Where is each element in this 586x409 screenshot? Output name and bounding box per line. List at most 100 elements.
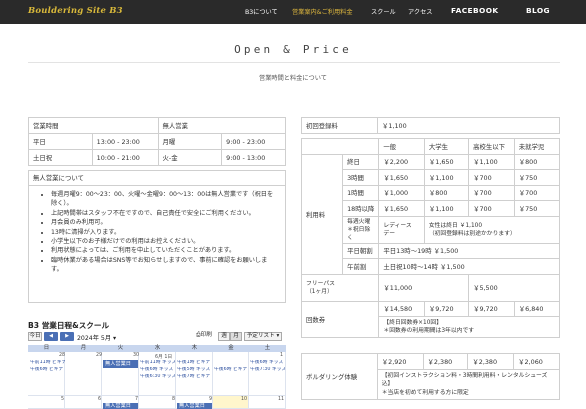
calendar-event[interactable]: 午後6時 ビギナ [214,367,248,373]
blog-link[interactable]: BLOG [526,6,550,15]
registration-table: 初回登録料 ￥1,100 [301,117,560,134]
table-row: 営業時間 無人営業 [28,117,287,134]
table-cell: ￥750 [513,169,561,186]
calendar-event[interactable]: 午後7:30 キッズ [250,367,285,373]
title-divider [28,62,560,63]
nav-school[interactable]: スクール [371,7,396,16]
page-subtitle: 営業時間と料金について [259,75,327,82]
calendar-event-unmanned[interactable]: 無人営業日 [177,403,212,409]
table-cell: ￥1,000 [378,184,425,201]
facebook-link[interactable]: FACEBOOK [451,6,499,15]
today-button[interactable]: 今日 [28,332,42,341]
week-view-button[interactable]: 週 [218,332,230,341]
ticket-note: 【終日回数券×10回】 ＊回数券の利用期間は3年以内です [378,316,560,338]
calendar-event-unmanned[interactable]: 無人営業日 [103,403,138,409]
table-cell: 土日祝 [28,149,93,166]
top-nav-bar: Bouldering Site B3 B3について 営業案内&ご利用料金 スクー… [0,0,586,24]
month-label: 2024年 5月 [77,335,112,342]
calendar-event[interactable]: 午前11時 ビギナ [30,360,65,366]
hours-table: 営業時間 無人営業 平日 13:00 - 23:00 月曜 9:00 - 23:… [28,117,287,166]
table-cell: ￥800 [423,184,470,201]
site-logo[interactable]: Bouldering Site B3 [28,6,123,16]
calendar-day-cell[interactable] [139,396,176,409]
list-item: 月会員のみ利用可。 [51,218,279,227]
col-header-preschool: 未就学児 [513,138,561,155]
calendar-event[interactable]: 午後6時 ビギナ [30,367,65,373]
dow-sat: 土 [249,345,286,352]
freepass-label: フリーパス （1ヶ月） [300,273,380,302]
table-cell: 平日 [28,133,93,150]
usage-label: 利用料 [300,153,344,275]
calendar-toolbar: 今日 ◀ ▶ 2024年 5月 ▾ ⎙印刷 週 月 予定リスト ▾ [28,331,286,343]
calendar-event[interactable]: 午後6:30 キッズ [140,374,175,380]
list-item: 臨時休業がある場合はSNS等でお知らせしますので、事前に確認をお願いします。 [51,256,279,275]
print-label: 印刷 [200,332,212,338]
calendar-event-unmanned[interactable]: 無人営業日 [103,360,138,368]
table-cell: ￥2,920 [376,353,424,370]
next-month-button[interactable]: ▶ [60,332,74,341]
calendar-day-cell[interactable] [28,352,65,396]
table-row: 回数券 ￥14,580 ￥9,720 ￥9,720 ￥6,840 [300,300,561,338]
calendar-event[interactable]: 午前11時 キッズ [140,360,175,366]
agenda-label: 予定リスト [246,333,275,339]
table-cell: ￥1,100 [468,153,515,170]
table-cell: ￥700 [468,169,515,186]
calendar-day-cell[interactable] [65,352,102,396]
calendar-event[interactable]: 午後5時 キッズ [177,367,212,373]
calendar-event[interactable]: 午後1時 ビギナ [177,360,212,366]
list-item: 利用状態によっては、ご利用を中止していただくことがあります。 [51,246,279,255]
calendar-event[interactable]: 午後6時 キッズ [140,367,175,373]
weekday-early-value: 平日13時〜19時 ￥1,500 [378,242,560,259]
page-title: Open & Price [234,43,352,56]
calendar-grid: 日 月 火 水 木 金 土 28 29 30 6月 1日 1 午前11時 ビギナ… [28,345,286,409]
month-view-button[interactable]: 月 [230,332,242,341]
calendar-event[interactable]: 午後6時 キッズ [250,360,285,366]
dow-tue: 火 [102,345,139,352]
day-number: 5 [61,397,65,402]
calendar-event[interactable]: 午後7時 ビギナ [177,374,212,380]
nav-open-price[interactable]: 営業案内&ご利用料金 [292,7,353,16]
nav-about[interactable]: B3について [245,7,278,16]
notice-heading: 無人営業について [29,171,285,186]
calendar-month[interactable]: 2024年 5月 ▾ [77,333,116,342]
calendar-day-cell[interactable] [249,352,286,396]
dow-fri: 金 [213,345,249,352]
calendar-day-cell[interactable] [28,396,65,409]
agenda-view-button[interactable]: 予定リスト ▾ [244,332,282,341]
table-row: 一般 大学生 高校生以下 未就学児 [300,138,561,155]
table-cell: 9:00 - 23:00 [221,133,286,150]
print-button[interactable]: ⎙印刷 [193,332,215,341]
nav-access[interactable]: アクセス [408,7,432,16]
table-cell: 月曜 [157,133,223,150]
calendar-title: B3 営業日程&スクール [28,321,110,330]
day-number: 7 [135,397,139,402]
prev-month-button[interactable]: ◀ [44,332,58,341]
calendar-day-cell[interactable] [102,352,139,396]
col-header-university: 大学生 [423,138,470,155]
day-number: 11 [278,397,285,402]
list-item: 13時に清掃が入ります。 [51,228,279,237]
table-cell: ￥700 [468,200,515,217]
ticket-label: 回数券 [300,300,380,338]
col-header-highschool: 高校生以下 [468,138,515,155]
day-number: 9 [209,397,213,402]
table-cell: ￥2,380 [422,353,469,370]
day-number: 28 [59,353,66,358]
dow-wed: 水 [139,345,176,352]
registration-price: ￥1,100 [377,117,560,134]
table-cell: 9:00 - 13:00 [221,149,286,166]
list-item: 毎週月曜9：00〜23：00、火曜〜金曜9：00〜13：00は無人営業です（祝日… [51,190,279,209]
table-cell: ￥700 [468,184,515,201]
table-cell: ￥750 [513,200,561,217]
calendar-day-cell[interactable] [65,396,102,409]
table-row: 土日祝 10:00 - 21:00 火-金 9:00 - 13:00 [28,149,286,166]
table-cell: 火-金 [157,149,223,166]
day-number: 30 [133,353,140,358]
table-cell: 3時間 [342,169,380,186]
bouldering-label: ボルダリング体験 [301,353,378,400]
calendar-day-cell[interactable] [213,352,249,396]
table-cell: ￥1,650 [423,153,470,170]
table-cell: ￥1,100 [423,200,470,217]
table-cell: ￥9,720 [468,300,515,317]
table-row: 初回登録料 ￥1,100 [301,117,560,134]
